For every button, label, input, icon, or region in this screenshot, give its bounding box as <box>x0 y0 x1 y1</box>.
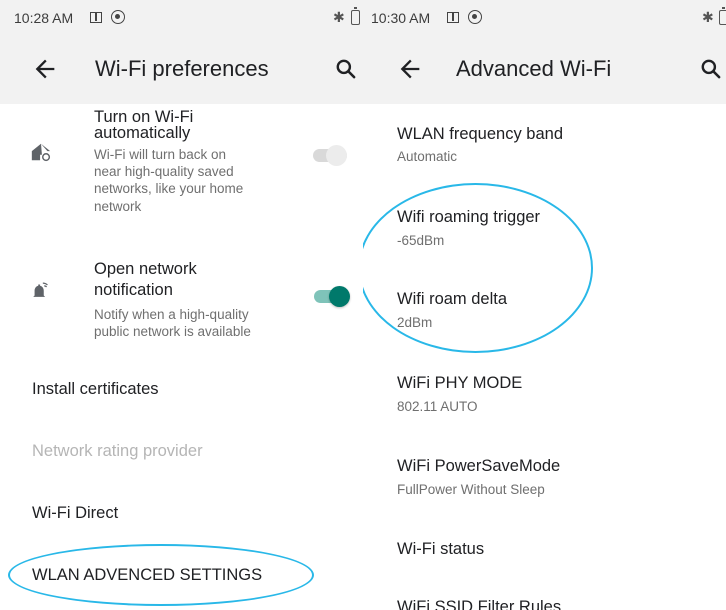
item-summary: Wi-Fi will turn back on <box>94 147 227 162</box>
gallery-notification-icon <box>90 12 102 23</box>
wifi-status-item[interactable]: Wi-Fi status <box>397 538 484 560</box>
item-summary: -65dBm <box>397 233 445 248</box>
item-title: automatically <box>94 124 191 142</box>
item-summary: 2dBm <box>397 315 433 330</box>
open-network-toggle[interactable] <box>312 284 352 308</box>
item-summary: FullPower Without Sleep <box>397 482 545 497</box>
item-summary: 802.11 AUTO <box>397 399 478 414</box>
install-certificates-item[interactable]: Install certificates <box>32 378 159 400</box>
sync-notification-icon <box>111 10 125 24</box>
back-arrow-icon[interactable] <box>396 55 424 83</box>
status-time: 10:28 AM <box>14 10 74 26</box>
gallery-notification-icon <box>447 12 459 23</box>
advanced-wifi-screen: 10:30 AM ✱ Advanced Wi-Fi WLAN frequency… <box>363 0 726 610</box>
item-title: notification <box>94 281 173 299</box>
back-arrow-icon[interactable] <box>31 55 59 83</box>
item-title: WLAN frequency band <box>397 125 564 143</box>
item-summary: networks, like your home <box>94 181 244 196</box>
search-icon[interactable] <box>698 56 724 82</box>
item-summary: network <box>94 199 142 214</box>
status-bar: 10:30 AM ✱ <box>363 0 726 34</box>
toolbar: Advanced Wi-Fi <box>363 34 726 104</box>
wifi-ssid-filter-rules-item[interactable]: WiFi SSID Filter Rules <box>397 596 561 610</box>
network-rating-provider-item: Network rating provider <box>32 442 203 460</box>
page-title: Wi-Fi preferences <box>95 56 269 81</box>
item-title: WiFi PowerSaveMode <box>397 457 561 475</box>
item-title: WiFi PHY MODE <box>397 374 523 392</box>
item-summary: near high-quality saved <box>94 164 234 179</box>
toolbar: Wi-Fi preferences <box>0 34 363 104</box>
wlan-advanced-settings-item[interactable]: WLAN ADVENCED SETTINGS <box>32 564 262 586</box>
battery-icon <box>719 7 726 25</box>
item-summary: Notify when a high-quality <box>94 307 249 322</box>
item-summary: Automatic <box>397 149 458 164</box>
item-title: Wifi roam delta <box>397 290 508 308</box>
search-icon[interactable] <box>333 56 359 82</box>
item-title: Wifi roaming trigger <box>397 208 541 226</box>
item-summary: public network is available <box>94 324 251 339</box>
wifi-preferences-screen: 10:28 AM ✱ Wi-Fi preferences Turn on Wi-… <box>0 0 363 610</box>
item-title: Open network <box>94 260 197 278</box>
bluetooth-icon: ✱ <box>702 9 714 25</box>
page-title: Advanced Wi-Fi <box>456 56 612 81</box>
wifi-notification-icon <box>33 282 48 297</box>
status-time: 10:30 AM <box>371 10 431 26</box>
wifi-direct-item[interactable]: Wi-Fi Direct <box>32 502 118 524</box>
battery-icon <box>351 7 360 25</box>
status-bar: 10:28 AM ✱ <box>0 0 363 34</box>
sync-notification-icon <box>468 10 482 24</box>
wifi-auto-toggle[interactable] <box>311 143 351 167</box>
bluetooth-icon: ✱ <box>333 9 345 25</box>
wifi-auto-home-icon <box>31 143 51 162</box>
